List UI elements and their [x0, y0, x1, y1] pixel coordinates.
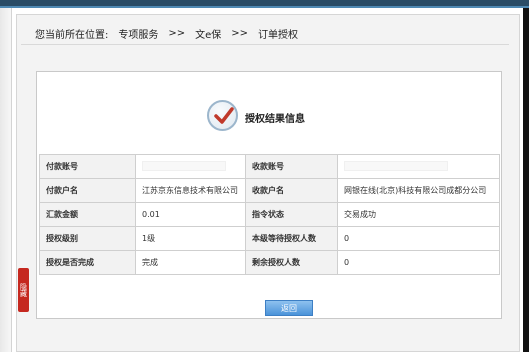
payee-account-label: 收款账号 — [245, 154, 338, 179]
payer-name-label: 付款户名 — [39, 178, 136, 203]
breadcrumb: 您当前所在位置: 专项服务 >> 文e保 >> 订单授权 — [21, 23, 509, 45]
table-row: 授权级别 1级 本级等待授权人数 0 — [39, 226, 500, 251]
instruction-status-label: 指令状态 — [245, 202, 338, 227]
payer-account-label: 付款账号 — [39, 154, 136, 179]
remaining-approvers-label: 剩余授权人数 — [245, 250, 338, 275]
auth-complete-value: 完成 — [135, 250, 246, 275]
breadcrumb-item-order-authorization: 订单授权 — [258, 30, 299, 41]
left-strip — [0, 8, 12, 352]
success-check-icon — [207, 100, 238, 131]
breadcrumb-separator: >> — [231, 28, 249, 39]
content-frame: 您当前所在位置: 专项服务 >> 文e保 >> 订单授权 授权结果信息 付款账号… — [16, 14, 520, 352]
payer-name-value: 江苏京东信息技术有限公司 — [135, 178, 246, 203]
table-row: 付款账号 收款账号 — [39, 154, 500, 179]
result-title: 授权结果信息 — [245, 114, 305, 125]
amount-label: 汇款金额 — [39, 202, 136, 227]
authorization-info-table: 付款账号 收款账号 付款户名 江苏京东信息技术有限公司 收款户名 网银在线(北京… — [39, 154, 500, 275]
hide-sidebar-tab[interactable]: 隐藏 — [18, 268, 29, 312]
breadcrumb-item-special-service[interactable]: 专项服务 — [118, 26, 158, 41]
amount-value: 0.01 — [135, 202, 246, 227]
instruction-status-value: 交易成功 — [337, 202, 500, 227]
auth-level-label: 授权级别 — [39, 226, 136, 251]
pending-approvers-label: 本级等待授权人数 — [245, 226, 338, 251]
table-row: 付款户名 江苏京东信息技术有限公司 收款户名 网银在线(北京)科技有限公司成都分… — [39, 178, 500, 203]
right-edge — [523, 8, 529, 352]
result-panel: 授权结果信息 付款账号 收款账号 付款户名 江苏京东信息技术有限公司 收款户名 … — [36, 71, 502, 319]
masked-value — [344, 160, 448, 171]
payee-name-label: 收款户名 — [245, 178, 338, 203]
remaining-approvers-value: 0 — [337, 250, 500, 275]
table-row: 汇款金额 0.01 指令状态 交易成功 — [39, 202, 500, 227]
pending-approvers-value: 0 — [337, 226, 500, 251]
breadcrumb-item-wenebao[interactable]: 文e保 — [195, 26, 221, 41]
result-header: 授权结果信息 — [37, 72, 501, 154]
table-row: 授权是否完成 完成 剩余授权人数 0 — [39, 250, 500, 275]
breadcrumb-label: 您当前所在位置: — [35, 30, 109, 41]
masked-value — [142, 160, 226, 171]
return-button[interactable]: 返回 — [265, 300, 313, 316]
top-bar — [0, 0, 529, 8]
payee-account-value — [337, 154, 500, 179]
payee-name-value: 网银在线(北京)科技有限公司成都分公司 — [337, 178, 500, 203]
payer-account-value — [135, 154, 246, 179]
breadcrumb-separator: >> — [168, 28, 186, 39]
auth-level-value: 1级 — [135, 226, 246, 251]
auth-complete-label: 授权是否完成 — [39, 250, 136, 275]
